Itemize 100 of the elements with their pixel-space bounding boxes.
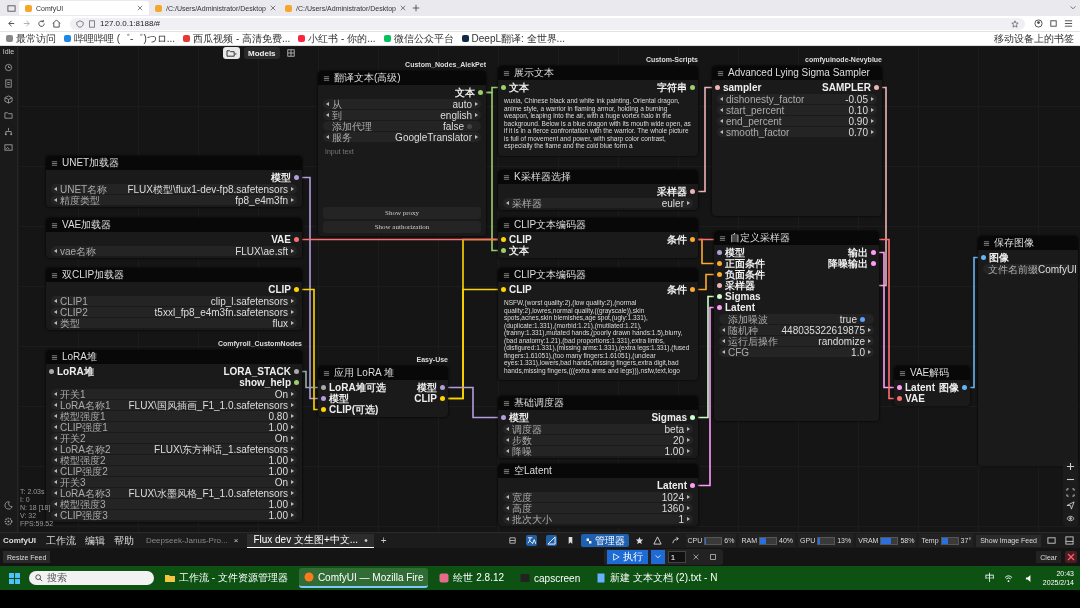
panel-icon[interactable] — [1065, 536, 1074, 545]
menu-item[interactable]: 编辑 — [81, 534, 108, 547]
menu-icon[interactable] — [323, 369, 330, 377]
input-dot[interactable] — [715, 85, 720, 90]
extensions-icon[interactable] — [1049, 19, 1058, 28]
zoom-in-icon[interactable] — [1066, 462, 1075, 471]
combo-widget[interactable]: LoRA名称3 FLUX\水墨风格_F1_1.0.safetensors — [51, 488, 297, 498]
star-icon[interactable] — [634, 536, 644, 545]
combo-widget[interactable]: 宽度 1024 — [503, 492, 693, 502]
toggle-widget[interactable]: 添加噪波 true — [719, 314, 874, 324]
output-dot[interactable] — [871, 261, 876, 266]
input-dot[interactable] — [717, 305, 722, 310]
folder-icon[interactable] — [4, 111, 13, 120]
node-header[interactable]: 翻译文本(高级) — [318, 71, 486, 85]
node-header[interactable]: 双CLIP加载器 — [46, 268, 302, 282]
node-card[interactable]: CLIP文本编码器 CLIP 条件 文本 — [498, 218, 698, 258]
combo-widget[interactable]: 类型 flux — [51, 318, 297, 328]
app-logo[interactable]: ComfyUI — [3, 536, 36, 545]
output-dot[interactable] — [874, 85, 879, 90]
tab-list-icon[interactable] — [7, 3, 16, 13]
node-header[interactable]: 应用 LoRA 堆 — [318, 366, 448, 380]
output-dot[interactable] — [294, 380, 299, 385]
translate-icon[interactable] — [525, 535, 537, 546]
menu-icon[interactable] — [503, 467, 510, 475]
output-dot[interactable] — [440, 396, 445, 401]
grid-icon[interactable] — [286, 49, 295, 57]
node-card[interactable]: K采样器选择 采样器 采样器 euler — [498, 170, 698, 210]
menu-icon[interactable] — [51, 353, 58, 361]
windows-logo-icon[interactable] — [9, 572, 20, 584]
search-field[interactable]: 搜索 — [29, 571, 154, 585]
menu-icon[interactable] — [1064, 19, 1073, 28]
workflow-menu-button[interactable] — [223, 47, 240, 59]
eye-icon[interactable] — [1066, 514, 1075, 523]
history-icon[interactable] — [4, 63, 13, 72]
menu-icon[interactable] — [899, 369, 906, 377]
combo-widget[interactable]: CLIP强度2 1.00 — [51, 466, 297, 476]
input-dot[interactable] — [501, 415, 506, 420]
run-button[interactable]: 执行 — [606, 550, 648, 564]
output-dot[interactable] — [294, 369, 299, 374]
output-dot[interactable] — [690, 415, 695, 420]
node-card[interactable]: 自定义采样器 模型 输出 正面条件 降噪输出 负面条件 采样器 Sigmas Latent 添加噪波 true 随机种 448035322619875 运行后操作 randomize CFG 1.0 — [714, 231, 879, 421]
output-dot[interactable] — [294, 287, 299, 292]
hierarchy-icon[interactable] — [4, 127, 13, 136]
wifi-icon[interactable] — [1003, 573, 1013, 583]
settings-icon[interactable] — [4, 517, 13, 526]
combo-widget[interactable]: 从 auto — [323, 99, 481, 109]
combo-widget[interactable]: 随机种 448035322619875 — [719, 325, 874, 335]
input-dot[interactable] — [897, 385, 902, 390]
node-card[interactable]: VAE解码 Latent 图像 VAE — [894, 366, 970, 406]
batch-count-field[interactable]: 1 — [667, 551, 686, 563]
menu-icon[interactable] — [323, 74, 330, 82]
node-header[interactable]: VAE解码 — [894, 366, 970, 380]
cube-icon[interactable] — [4, 95, 13, 104]
input-dot[interactable] — [321, 396, 326, 401]
menu-item[interactable]: 帮助 — [110, 534, 137, 547]
combo-widget[interactable]: CLIP强度3 1.00 — [51, 510, 297, 520]
node-card[interactable]: VAE加载器 VAE vae名称 FLUX\ae.sft — [46, 218, 302, 258]
address-field[interactable]: 127.0.0.1:8188/# — [70, 17, 1025, 30]
menu-icon[interactable] — [719, 234, 726, 242]
taskbar-app[interactable]: capscreen — [515, 568, 586, 588]
bookmark-link[interactable]: 西瓜视频 - 高清免费... — [183, 32, 291, 45]
input-dot[interactable] — [717, 283, 722, 288]
home-icon[interactable] — [52, 19, 61, 28]
node-card[interactable] — [498, 66, 698, 156]
node-card[interactable]: 双CLIP加载器 CLIP CLIP1 clip_l.safetensors CLIP2 t5xxl_fp8_e4m3fn.safetensors 类型 flux — [46, 268, 302, 330]
input-dot[interactable] — [501, 237, 506, 242]
input-dot[interactable] — [501, 85, 506, 90]
node-card[interactable] — [498, 268, 698, 380]
combo-widget[interactable]: 到 english — [323, 110, 481, 120]
close-icon[interactable] — [270, 5, 276, 11]
star-icon[interactable] — [1011, 19, 1019, 28]
node-header[interactable]: CLIP文本编码器 — [498, 268, 698, 282]
stop-icon[interactable] — [708, 553, 717, 561]
input-dot[interactable] — [321, 385, 326, 390]
node-header[interactable]: 展示文本 — [498, 66, 698, 80]
input-dot[interactable] — [501, 248, 506, 253]
combo-widget[interactable]: end_percent 0.90 — [717, 116, 877, 126]
output-dot[interactable] — [690, 85, 695, 90]
output-dot[interactable] — [690, 483, 695, 488]
combo-widget[interactable]: 模型强度3 1.00 — [51, 499, 297, 509]
node-card[interactable]: Advanced Lying Sigma Sampler sampler SAMPLER dishonesty_factor -0.05 start_percent 0.10 end_percent 0.90 smooth_factor 0.70 — [712, 66, 882, 216]
input-dot[interactable] — [717, 250, 722, 255]
chevron-down-icon[interactable] — [1069, 4, 1077, 12]
new-tab-icon[interactable] — [412, 4, 420, 12]
models-button[interactable]: Models — [244, 47, 280, 59]
input-dot[interactable] — [321, 407, 326, 412]
node-header[interactable]: 基础调度器 — [498, 396, 698, 410]
combo-widget[interactable]: start_percent 0.10 — [717, 105, 877, 115]
arrow-icon[interactable] — [670, 536, 680, 545]
output-dot[interactable] — [871, 250, 876, 255]
node-header[interactable]: 自定义采样器 — [714, 231, 879, 245]
menu-item[interactable]: 工作流 — [42, 534, 79, 547]
combo-widget[interactable]: 服务 GoogleTranslator — [323, 132, 481, 142]
bookmark-link[interactable]: 小红书 - 你的... — [298, 32, 376, 45]
close-icon[interactable] — [400, 5, 406, 11]
combo-widget[interactable]: 步数 20 — [503, 435, 693, 445]
node-header[interactable]: Advanced Lying Sigma Sampler — [712, 66, 882, 80]
output-dot[interactable] — [294, 237, 299, 242]
node-header[interactable]: 空Latent — [498, 464, 698, 478]
combo-widget[interactable]: 模型强度2 1.00 — [51, 455, 297, 465]
